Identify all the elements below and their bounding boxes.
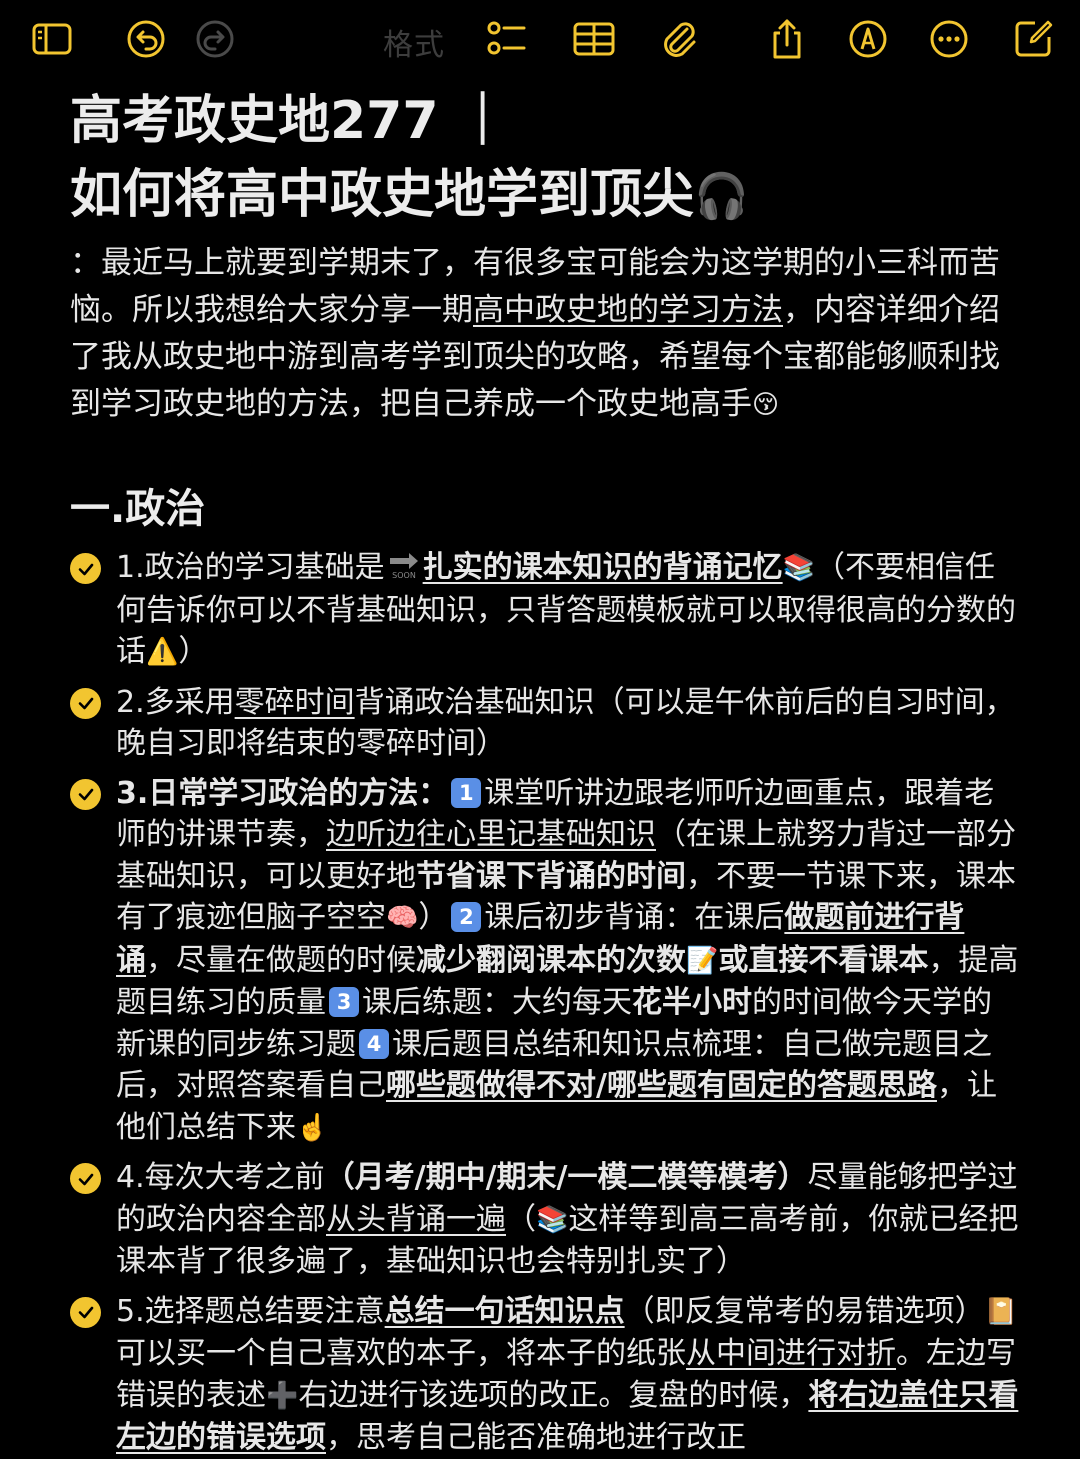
redo-icon	[196, 20, 234, 58]
brain-icon: 🧠	[386, 903, 419, 933]
format-button[interactable]: 格式	[383, 20, 445, 64]
soon-arrow-icon: SOON	[389, 553, 418, 579]
item-underlined-text: 哪些题做得不对/哪些题有固定的答题思路	[386, 1068, 937, 1103]
redo-button[interactable]	[192, 16, 238, 62]
item-text: 课后练题：大约每天	[362, 985, 632, 1020]
pointing-up-icon: ☝️	[296, 1112, 329, 1143]
memo-icon: 📝	[686, 945, 719, 976]
sidebar-icon	[32, 23, 72, 55]
keycap-four-icon: 4	[359, 1028, 389, 1059]
item-underlined-text: 零碎时间	[234, 684, 355, 720]
checkmark-icon[interactable]	[70, 553, 101, 584]
more-icon	[930, 20, 968, 58]
checkmark-icon[interactable]	[70, 1163, 101, 1194]
share-button[interactable]	[764, 16, 810, 62]
undo-button[interactable]	[123, 16, 169, 62]
item-text: 课后初步背诵：在课后	[484, 900, 785, 935]
table-button[interactable]	[571, 16, 617, 62]
checklist-item-5: 5.选择题总结要注意总结一句话知识点（即反复常考的易错选项）📔 可以买一个自己喜欢…	[70, 1291, 1020, 1459]
item-text: 4.每次大考之前	[116, 1160, 325, 1195]
markup-button[interactable]	[845, 16, 891, 62]
keycap-three-icon: 3	[329, 987, 359, 1017]
checklist-button[interactable]	[483, 16, 529, 62]
item-text: 5.选择题总结要注意	[116, 1293, 385, 1329]
intro-paragraph: ：最近马上就要到学期末了，有很多宝可能会为这学期的小三科而苦恼。所以我想给大家分…	[70, 240, 1020, 429]
plus-icon: ➕	[266, 1380, 299, 1411]
notebook-icon: 📔	[984, 1296, 1017, 1327]
item-text: ）	[418, 900, 449, 935]
books-icon: 📚	[782, 553, 815, 583]
attachment-button[interactable]	[656, 16, 702, 62]
item-underlined-text: 从头背诵一遍	[326, 1201, 506, 1237]
books-icon: 📚	[536, 1204, 569, 1235]
item-bold-text: 3.日常学习政治的方法：	[116, 775, 449, 811]
checkmark-icon[interactable]	[70, 778, 101, 810]
checklist-icon	[487, 21, 526, 55]
item-bold-text: 或直接不看课本	[718, 942, 929, 978]
intro-underlined-text: 高中政史地的学习方法	[473, 292, 783, 328]
undo-icon	[127, 20, 165, 58]
note-body[interactable]: 高考政史地277 ｜ 如何将高中政史地学到顶尖🎧 ：最近马上就要到学期末了，有很…	[70, 84, 1020, 1459]
table-icon	[573, 22, 615, 56]
item-text: 右边进行该选项的改正。复盘的时候，	[298, 1377, 809, 1413]
more-button[interactable]	[926, 16, 972, 62]
item-text: （	[506, 1201, 536, 1237]
item-bold-text: 花半小时	[632, 985, 752, 1020]
compose-button[interactable]	[1010, 16, 1056, 62]
item-text: ，尽量在做题的时候	[146, 942, 416, 978]
sidebar-toggle-button[interactable]	[29, 16, 75, 62]
share-icon	[773, 19, 801, 59]
item-underlined-text: 边听边往心里记基础知识	[326, 817, 656, 852]
item-text: （即反复常考的易错选项）	[624, 1293, 985, 1329]
title-line-2: 如何将高中政史地学到顶尖	[70, 165, 695, 225]
checkmark-icon[interactable]	[70, 1296, 101, 1328]
headphones-icon: 🎧	[694, 171, 749, 222]
section-heading-politics: 一.政治	[70, 486, 206, 532]
item-text: 可以买一个自己喜欢的本子，将本子的纸张	[116, 1336, 686, 1371]
checklist-item-2: 2.多采用零碎时间背诵政治基础知识（可以是午休前后的自习时间，晚自习即将结束的零…	[70, 682, 1020, 765]
checklist-item-3: 3.日常学习政治的方法： 1 课堂听讲边跟老师听边画重点，跟着老师的讲课节奏，边听边…	[70, 773, 1020, 1150]
title-line-1: 高考政史地277 ｜	[70, 91, 509, 151]
checkmark-icon[interactable]	[70, 687, 101, 719]
checklist-item-1: 1.政治的学习基础是 SOON 扎实的课本知识的背诵记忆📚（不要相信任何告诉你可以不…	[70, 547, 1020, 674]
attachment-icon	[664, 22, 696, 57]
compose-icon	[1015, 20, 1053, 57]
item-text: 1.政治的学习基础是	[116, 550, 385, 585]
markup-icon	[849, 20, 887, 58]
item-text: ，思考自己能否准确地进行改正	[326, 1420, 746, 1455]
item-bold-text: 减少翻阅课本的次数	[416, 942, 686, 978]
note-title: 高考政史地277 ｜ 如何将高中政史地学到顶尖🎧	[70, 84, 1020, 234]
item-bold-text: 节省课下背诵的时间	[416, 858, 686, 894]
item-underlined-text: 总结一句话知识点	[384, 1293, 625, 1329]
keycap-two-icon: 2	[451, 902, 482, 932]
svg-text:SOON: SOON	[392, 571, 416, 579]
toolbar: 格式	[0, 0, 1080, 80]
item-text: 2.多采用	[116, 684, 235, 720]
item-text: ）	[178, 634, 209, 669]
item-bold-text: （月考/期中/期末/一模二模等模考）	[324, 1160, 808, 1195]
keycap-one-icon: 1	[451, 777, 482, 808]
warning-icon: ⚠️	[146, 637, 179, 667]
kissing-face-icon: 😚	[752, 390, 780, 420]
item-underlined-text: 扎实的课本知识的背诵记忆	[422, 550, 783, 585]
checklist-item-4: 4.每次大考之前（月考/期中/期末/一模二模等模考）尽量能够把学过的政治内容全部…	[70, 1157, 1020, 1283]
item-underlined-text: 从中间进行对折	[686, 1336, 896, 1371]
